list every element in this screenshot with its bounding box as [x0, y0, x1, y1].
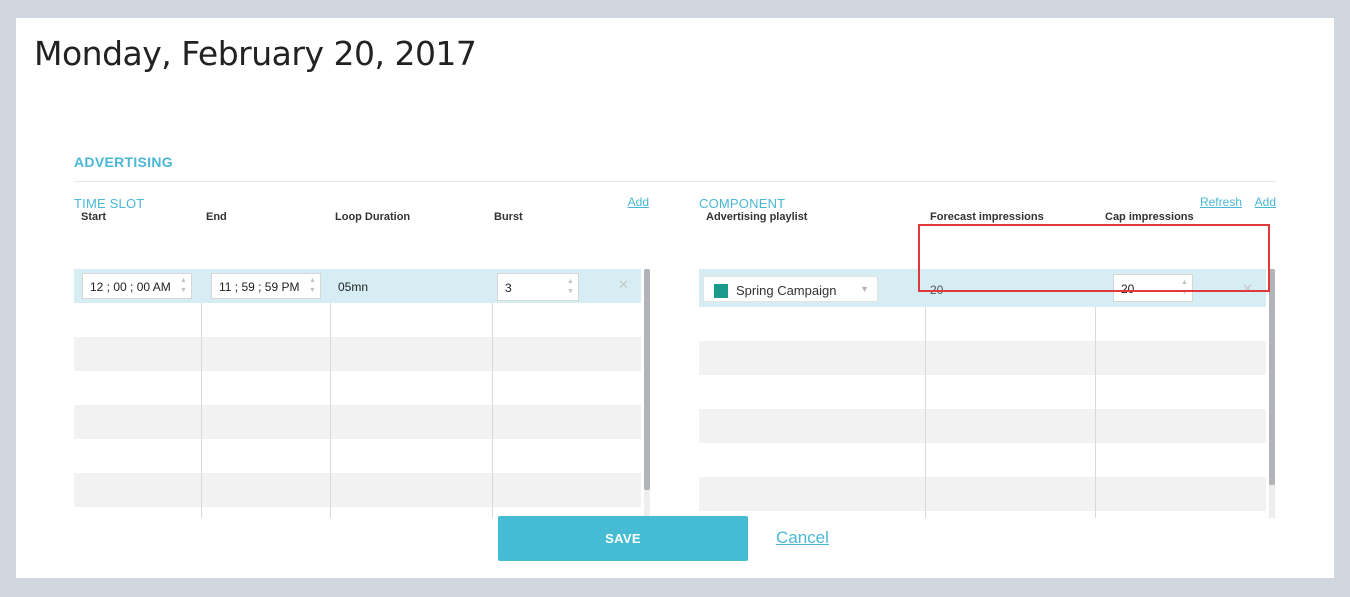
highlight-annotation: [918, 224, 1270, 292]
remove-row-icon[interactable]: ✕: [618, 277, 629, 293]
time-slot-label: TIME SLOT: [74, 196, 145, 211]
start-time-spinner[interactable]: ▲ ▼: [179, 276, 188, 296]
table-row: [74, 337, 641, 371]
spinner-up-icon[interactable]: ▲: [179, 276, 188, 286]
spinner-up-icon[interactable]: ▲: [308, 276, 317, 286]
end-time-value: 11 ; 59 ; 59 PM: [219, 280, 300, 294]
table-row[interactable]: 12 ; 00 ; 00 AM ▲ ▼ 11 ; 59 ; 59 PM ▲ ▼ …: [74, 269, 641, 303]
playlist-select-value: Spring Campaign: [736, 283, 837, 298]
column-divider: [492, 303, 493, 518]
burst-value: 3: [505, 281, 512, 295]
component-add-link[interactable]: Add: [1255, 195, 1276, 209]
column-header-burst: Burst: [494, 211, 523, 223]
column-divider: [330, 303, 331, 518]
loop-duration-value: 05mn: [338, 280, 369, 294]
table-row: [699, 341, 1266, 375]
save-button[interactable]: SAVE: [498, 516, 748, 561]
chevron-down-icon[interactable]: ▼: [860, 284, 869, 294]
table-row: [74, 405, 641, 439]
table-row: [699, 307, 1266, 341]
column-header-advertising-playlist: Advertising playlist: [706, 211, 808, 223]
table-row: [699, 477, 1266, 511]
end-time-input[interactable]: 11 ; 59 ; 59 PM ▲ ▼: [211, 273, 321, 299]
main-panel: Monday, February 20, 2017 ADVERTISING TI…: [16, 18, 1334, 578]
column-header-end: End: [206, 211, 227, 223]
spinner-down-icon[interactable]: ▼: [566, 287, 575, 297]
table-row: [699, 375, 1266, 409]
column-divider: [201, 303, 202, 518]
table-row: [74, 473, 641, 507]
component-refresh-link[interactable]: Refresh: [1200, 195, 1242, 209]
table-row: [699, 409, 1266, 443]
table-row: [74, 371, 641, 405]
start-time-value: 12 ; 00 ; 00 AM: [90, 280, 171, 294]
burst-spinner[interactable]: ▲ ▼: [566, 277, 575, 297]
column-header-loop-duration: Loop Duration: [335, 211, 411, 223]
column-header-start: Start: [81, 211, 107, 223]
time-slot-scrollbar-thumb[interactable]: [644, 269, 650, 490]
time-slot-add-link[interactable]: Add: [628, 195, 649, 209]
section-divider: [74, 181, 1276, 182]
table-row: [699, 443, 1266, 477]
burst-input[interactable]: 3 ▲ ▼: [497, 273, 579, 301]
playlist-color-swatch: [714, 284, 728, 298]
spinner-down-icon[interactable]: ▼: [179, 286, 188, 296]
table-row: [74, 303, 641, 337]
section-title: ADVERTISING: [74, 154, 173, 170]
component-header: COMPONENT Refresh Add: [699, 193, 1277, 213]
column-header-cap-impressions: Cap impressions: [1105, 211, 1194, 223]
column-header-forecast-impressions: Forecast impressions: [930, 211, 1044, 223]
time-slot-header: TIME SLOT Add: [74, 193, 652, 213]
component-scrollbar-thumb[interactable]: [1269, 269, 1275, 485]
time-slot-grid: 12 ; 00 ; 00 AM ▲ ▼ 11 ; 59 ; 59 PM ▲ ▼ …: [74, 231, 641, 518]
spinner-down-icon[interactable]: ▼: [308, 286, 317, 296]
table-row: [74, 439, 641, 473]
end-time-spinner[interactable]: ▲ ▼: [308, 276, 317, 296]
column-divider: [1095, 307, 1096, 518]
spinner-up-icon[interactable]: ▲: [566, 277, 575, 287]
cancel-link[interactable]: Cancel: [776, 528, 829, 548]
component-label: COMPONENT: [699, 196, 786, 211]
start-time-input[interactable]: 12 ; 00 ; 00 AM ▲ ▼: [82, 273, 192, 299]
playlist-select[interactable]: Spring Campaign ▼: [703, 276, 878, 302]
column-divider: [925, 307, 926, 518]
page-title: Monday, February 20, 2017: [34, 34, 477, 73]
